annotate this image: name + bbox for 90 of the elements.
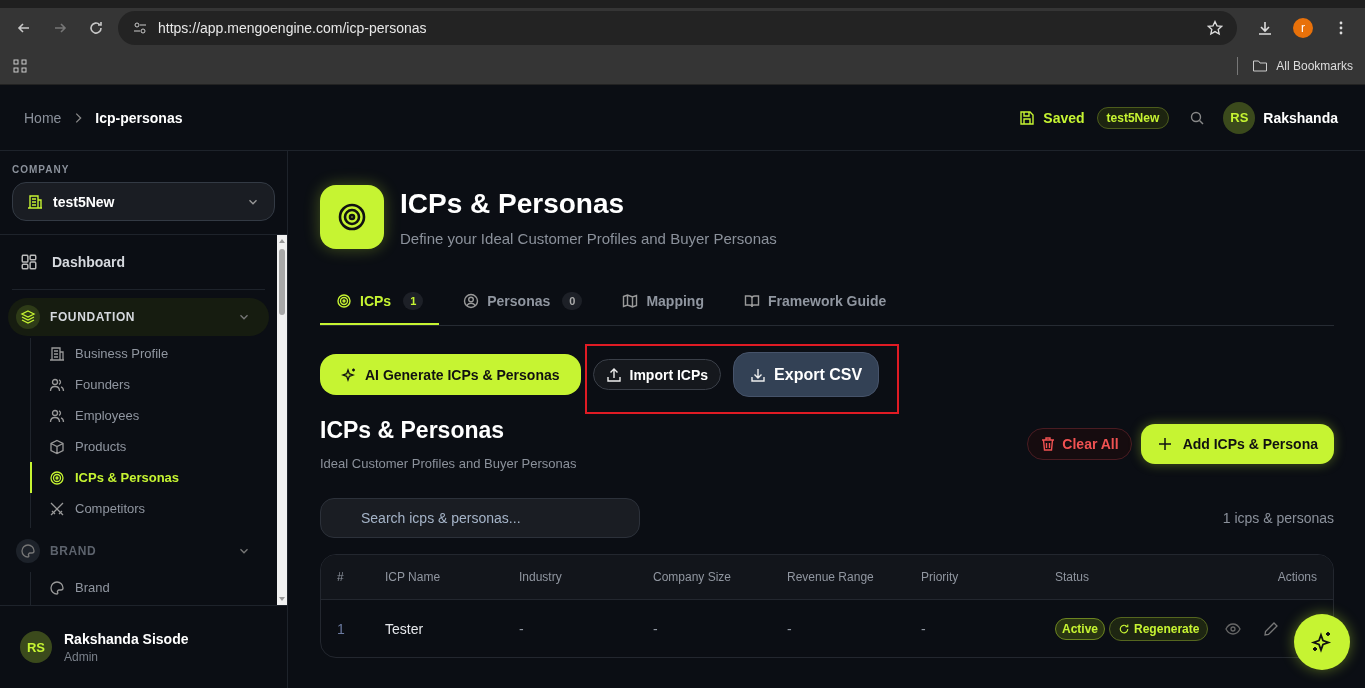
apps-grid-icon[interactable] — [12, 58, 28, 74]
plus-icon — [1156, 436, 1173, 452]
page-subtitle: Define your Ideal Customer Profiles and Buyer Personas — [400, 229, 777, 247]
regenerate-button[interactable]: Regenerate — [1109, 616, 1209, 641]
breadcrumb-link[interactable]: Icp-personas — [95, 109, 183, 126]
tab-count: 0 — [562, 292, 583, 310]
action-button[interactable]: Export CSV — [733, 352, 880, 397]
user-name[interactable]: Rakshanda — [1263, 109, 1338, 126]
add-button[interactable]: Add ICPs & Persona — [1140, 424, 1334, 464]
swords-icon — [49, 500, 65, 517]
dashboard-icon — [20, 253, 38, 271]
nav-item[interactable]: Brand — [30, 572, 269, 603]
users-icon — [49, 376, 65, 393]
building-icon — [49, 345, 65, 362]
column-header: # — [336, 570, 345, 584]
tab[interactable]: Personas 0 — [447, 279, 599, 325]
address-bar[interactable]: https://app.mengoengine.com/icp-personas — [118, 11, 1237, 45]
user-name: Rakshanda Sisode — [64, 630, 189, 647]
book-icon — [743, 293, 760, 309]
target-icon — [320, 185, 384, 249]
nav-item[interactable]: ICPs & Personas — [30, 462, 269, 493]
action-button[interactable]: Import ICPs — [592, 359, 722, 390]
map-icon — [622, 293, 639, 309]
site-settings-icon[interactable] — [132, 20, 148, 36]
dashboard-link[interactable]: Dashboard — [8, 235, 269, 289]
column-header: Industry — [519, 570, 563, 584]
table-cell-text: - — [519, 620, 525, 637]
target-icon — [49, 469, 65, 486]
company-label: COMPANY — [11, 163, 71, 177]
palette-icon — [49, 579, 65, 596]
user-avatar: RS — [20, 631, 52, 663]
section-title: ICPs & Personas — [320, 417, 506, 444]
user-avatar[interactable]: RS — [1223, 101, 1256, 134]
column-header: Revenue Range — [787, 570, 875, 584]
nav-item[interactable]: Business Profile — [30, 338, 269, 369]
column-header: Company Size — [653, 570, 733, 584]
refresh-icon — [1118, 622, 1131, 635]
column-header: Priority — [921, 570, 960, 584]
company-select[interactable]: test5New — [12, 182, 275, 221]
target-icon — [336, 293, 352, 309]
layers-icon — [20, 309, 36, 325]
status-badge: Active — [1055, 617, 1106, 640]
upload-icon — [605, 366, 622, 383]
column-header: Actions — [1276, 570, 1318, 584]
star-icon[interactable] — [1207, 20, 1223, 36]
column-header: Status — [1055, 570, 1091, 584]
column-header: ICP Name — [385, 570, 442, 584]
scrollbar-drawing[interactable] — [277, 235, 287, 605]
user-icon — [463, 293, 480, 309]
nav-section-header[interactable]: FOUNDATION — [8, 298, 269, 336]
table-cell-text: Tester — [385, 620, 425, 637]
pencil-icon[interactable] — [1263, 620, 1279, 637]
all-bookmarks-button[interactable]: All Bookmarks — [1252, 58, 1353, 74]
action-button[interactable]: AI Generate ICPs & Personas — [320, 354, 581, 395]
download-icon — [750, 366, 767, 383]
tab-count: 1 — [403, 292, 424, 310]
box-icon — [49, 438, 65, 455]
table-cell-text: - — [787, 620, 793, 637]
nav-item[interactable]: Founders — [30, 369, 269, 400]
breadcrumb-link[interactable]: Home — [24, 109, 62, 126]
ai-assistant-button[interactable] — [1294, 614, 1350, 670]
page-title: ICPs & Personas — [400, 187, 626, 220]
building-icon — [27, 193, 43, 210]
saved-status: Saved — [1019, 109, 1085, 126]
download-icon[interactable] — [1257, 20, 1273, 36]
sparkle-icon — [1310, 630, 1334, 654]
user-role: Admin — [64, 649, 99, 664]
table-cell-text: 1 — [336, 620, 346, 637]
save-icon — [1019, 109, 1036, 126]
reload-icon[interactable] — [88, 20, 104, 36]
search-field[interactable]: Search icps & personas... — [320, 498, 640, 538]
result-count: 1 icps & personas — [1222, 510, 1334, 526]
company-badge: test5New — [1096, 106, 1170, 129]
tab[interactable]: Mapping — [606, 279, 720, 325]
sparkle-icon — [341, 366, 357, 383]
table-cell-text: - — [921, 620, 927, 637]
eye-icon[interactable] — [1225, 620, 1241, 637]
table-cell-text: - — [653, 620, 659, 637]
folder-icon — [1252, 58, 1269, 74]
tab[interactable]: Framework Guide — [727, 279, 903, 325]
tab[interactable]: ICPs 1 — [320, 279, 440, 325]
users-icon — [49, 407, 65, 424]
nav-item[interactable]: Competitors — [30, 493, 269, 524]
search-icon[interactable] — [1189, 109, 1206, 126]
palette-icon — [20, 543, 36, 559]
nav-item[interactable]: Employees — [30, 400, 269, 431]
section-subtitle: Ideal Customer Profiles and Buyer Personas — [320, 456, 577, 471]
trash-icon — [1040, 436, 1057, 452]
nav-item[interactable]: Products — [30, 431, 269, 462]
clear-all-button[interactable]: Clear All — [1027, 428, 1132, 460]
